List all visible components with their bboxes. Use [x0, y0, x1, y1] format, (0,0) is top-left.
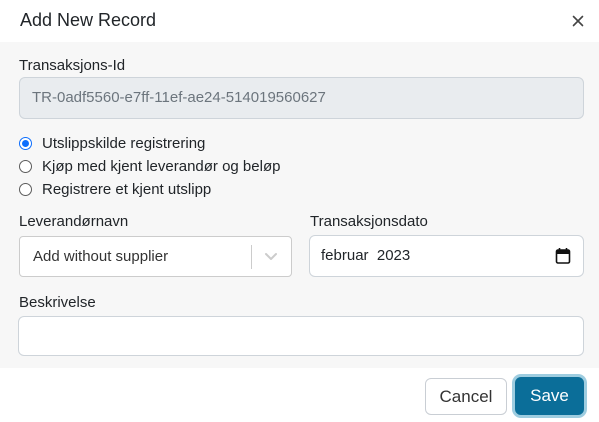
supplier-select[interactable]: Add without supplier [19, 236, 292, 277]
close-icon [572, 15, 584, 27]
add-record-dialog: Add New Record Transaksjons-Id TR-0adf55… [0, 0, 599, 422]
transaction-date-value: februar 2023 [321, 247, 411, 264]
radio-label: Kjøp med kjent leverandør og beløp [42, 157, 281, 175]
close-button[interactable] [569, 12, 587, 30]
radio-button[interactable] [19, 182, 32, 196]
radio-known-emission[interactable]: Registrere et kjent utslipp [19, 179, 211, 199]
dialog-header: Add New Record [0, 0, 599, 42]
radio-button[interactable] [19, 159, 32, 173]
dialog-title: Add New Record [20, 10, 157, 30]
radio-known-supplier-purchase[interactable]: Kjøp med kjent leverandør og beløp [19, 156, 280, 176]
calendar-icon[interactable] [555, 247, 571, 265]
cancel-button[interactable]: Cancel [425, 378, 507, 415]
radio-label: Registrere et kjent utslipp [42, 180, 212, 198]
radio-button-checked[interactable] [19, 136, 32, 150]
description-input[interactable] [18, 316, 584, 356]
radio-emission-source[interactable]: Utslippskilde registrering [19, 133, 205, 153]
chevron-down-icon[interactable] [261, 249, 281, 265]
dialog-footer: Cancel Save [0, 368, 599, 422]
supplier-selected-value: Add without supplier [33, 248, 169, 265]
description-label: Beskrivelse [19, 294, 96, 311]
save-button[interactable]: Save [515, 377, 584, 415]
transaction-id-field[interactable]: TR-0adf5560-e7ff-11ef-ae24-514019560627 [19, 77, 584, 119]
supplier-label: Leverandørnavn [19, 213, 129, 230]
transaction-date-input[interactable]: februar 2023 [309, 235, 584, 277]
select-divider [251, 245, 252, 269]
radio-label: Utslippskilde registrering [42, 134, 206, 152]
transaction-date-label: Transaksjonsdato [310, 213, 428, 230]
transaction-id-label: Transaksjons-Id [19, 57, 126, 74]
